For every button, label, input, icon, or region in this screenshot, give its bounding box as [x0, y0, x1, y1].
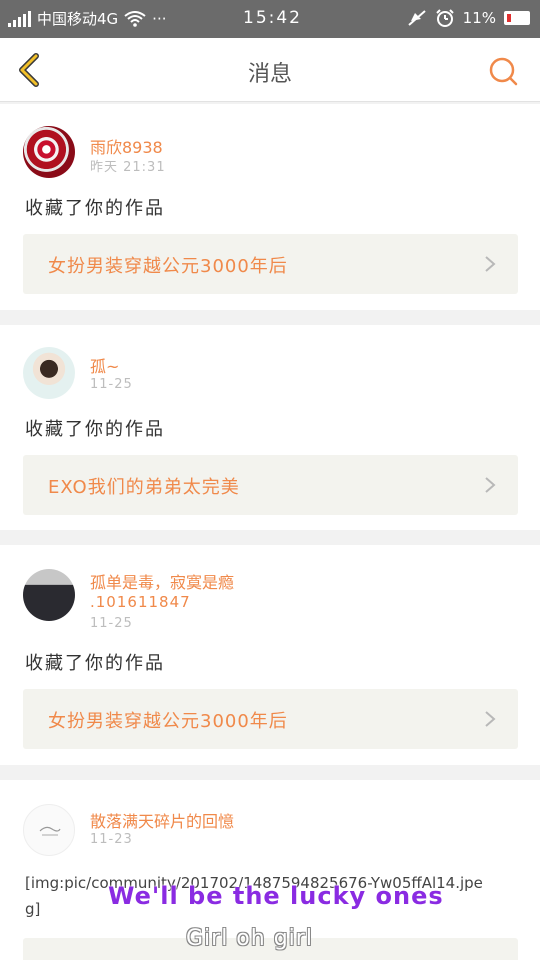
- username[interactable]: 雨欣8938: [90, 134, 163, 158]
- lyric-line: We'll be the lucky ones: [108, 882, 444, 910]
- lyric-line: Girl oh girl: [186, 926, 313, 951]
- signal-icon: [8, 10, 31, 27]
- chevron-right-icon: [485, 711, 496, 727]
- work-link[interactable]: 女扮男装穿越公元3000年后: [23, 234, 518, 294]
- avatar[interactable]: [23, 569, 75, 621]
- message-time: 11-25: [90, 377, 133, 392]
- message-time: 11-25: [90, 616, 133, 631]
- username[interactable]: 孤单是毒，寂寞是瘾: [90, 569, 234, 593]
- message-card: 雨欣8938 昨天 21:31 收藏了你的作品 女扮男装穿越公元3000年后: [0, 104, 540, 310]
- carrier-label: 中国移动4G: [37, 10, 119, 28]
- work-link[interactable]: 女扮男装穿越公元3000年后: [23, 689, 518, 749]
- message-time: 昨天 21:31: [90, 160, 166, 175]
- work-link[interactable]: EXO我们的弟弟太完美: [23, 455, 518, 515]
- username[interactable]: 孤~: [90, 353, 119, 377]
- action-text: 收藏了你的作品: [25, 198, 165, 219]
- status-time: 15:42: [243, 8, 302, 28]
- mute-icon: [407, 10, 426, 26]
- wifi-icon: [124, 10, 146, 27]
- alarm-icon: [435, 9, 454, 27]
- work-title: EXO我们的弟弟太完美: [48, 477, 240, 498]
- avatar[interactable]: [23, 804, 75, 856]
- message-card: 孤~ 11-25 收藏了你的作品 EXO我们的弟弟太完美: [0, 325, 540, 530]
- sketch-icon: [39, 826, 61, 836]
- work-title: 女扮男装穿越公元3000年后: [48, 711, 288, 732]
- action-text: 收藏了你的作品: [25, 419, 165, 440]
- work-title: 女扮男装穿越公元3000年后: [48, 256, 288, 277]
- chevron-right-icon: [485, 477, 496, 493]
- action-text: 收藏了你的作品: [25, 653, 165, 674]
- chevron-right-icon: [485, 256, 496, 272]
- page-title: 消息: [247, 62, 292, 87]
- username[interactable]: 散落满天碎片的回憶: [90, 808, 234, 832]
- message-card: 孤单是毒，寂寞是瘾 .101611847 11-25 收藏了你的作品 女扮男装穿…: [0, 545, 540, 765]
- battery-percent: 11%: [462, 9, 496, 27]
- avatar[interactable]: [23, 347, 75, 399]
- message-time: 11-23: [90, 832, 133, 847]
- avatar[interactable]: [23, 126, 75, 178]
- username-line2[interactable]: .101611847: [90, 593, 191, 611]
- nav-bar: 消息: [0, 38, 540, 102]
- more-notifications-indicator: ···: [152, 9, 167, 28]
- search-button[interactable]: [488, 56, 518, 86]
- status-bar: 中国移动4G ··· 15:42 11%: [0, 0, 540, 38]
- battery-icon: [504, 11, 530, 25]
